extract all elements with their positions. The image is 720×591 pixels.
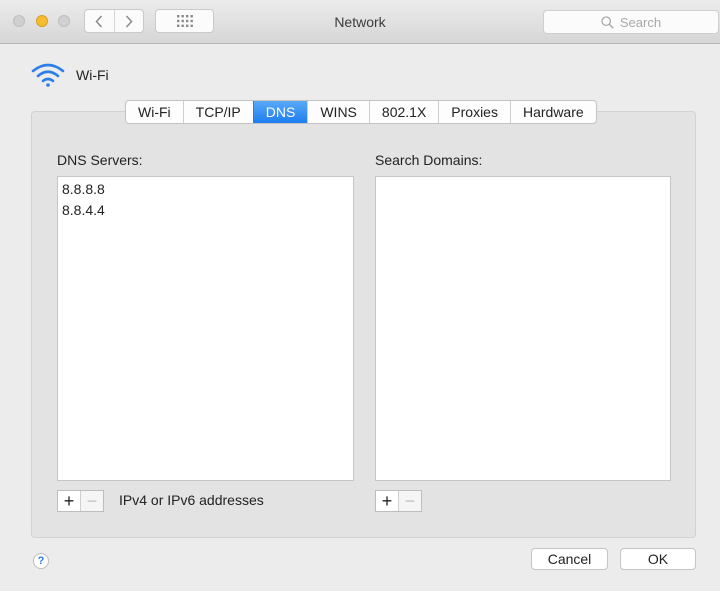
- add-search-domain-button[interactable]: +: [376, 491, 398, 511]
- dns-servers-label: DNS Servers:: [57, 152, 143, 168]
- wifi-icon: [31, 63, 65, 87]
- tab-proxies[interactable]: Proxies: [438, 101, 510, 123]
- search-domains-add-remove: + −: [375, 490, 422, 512]
- cancel-button[interactable]: Cancel: [531, 548, 608, 570]
- search-domains-label: Search Domains:: [375, 152, 483, 168]
- dns-servers-list[interactable]: 8.8.8.8 8.8.4.4: [57, 176, 354, 481]
- search-input[interactable]: Search: [543, 10, 719, 34]
- list-item[interactable]: 8.8.4.4: [58, 200, 353, 221]
- help-button[interactable]: ?: [33, 553, 49, 569]
- tab-8021x[interactable]: 802.1X: [368, 101, 438, 123]
- interface-name: Wi-Fi: [76, 67, 109, 83]
- add-dns-server-button[interactable]: +: [58, 491, 80, 511]
- ok-button[interactable]: OK: [620, 548, 696, 570]
- tab-tcpip[interactable]: TCP/IP: [182, 101, 253, 123]
- interface-header: Wi-Fi: [30, 62, 109, 88]
- tab-dns[interactable]: DNS: [252, 101, 308, 123]
- remove-dns-server-button[interactable]: −: [80, 491, 103, 511]
- search-domains-list[interactable]: [375, 176, 671, 481]
- tab-hardware[interactable]: Hardware: [509, 101, 596, 123]
- remove-search-domain-button[interactable]: −: [398, 491, 421, 511]
- tab-bar: Wi-Fi TCP/IP DNS WINS 802.1X Proxies Har…: [125, 100, 597, 124]
- search-icon: [601, 15, 614, 29]
- tab-wins[interactable]: WINS: [307, 101, 369, 123]
- search-placeholder: Search: [619, 14, 662, 30]
- dns-servers-add-remove: + −: [57, 490, 104, 512]
- tab-wifi[interactable]: Wi-Fi: [126, 101, 183, 123]
- dns-address-hint: IPv4 or IPv6 addresses: [119, 492, 264, 508]
- list-item[interactable]: 8.8.8.8: [58, 179, 353, 200]
- title-bar: Network Search: [0, 0, 720, 44]
